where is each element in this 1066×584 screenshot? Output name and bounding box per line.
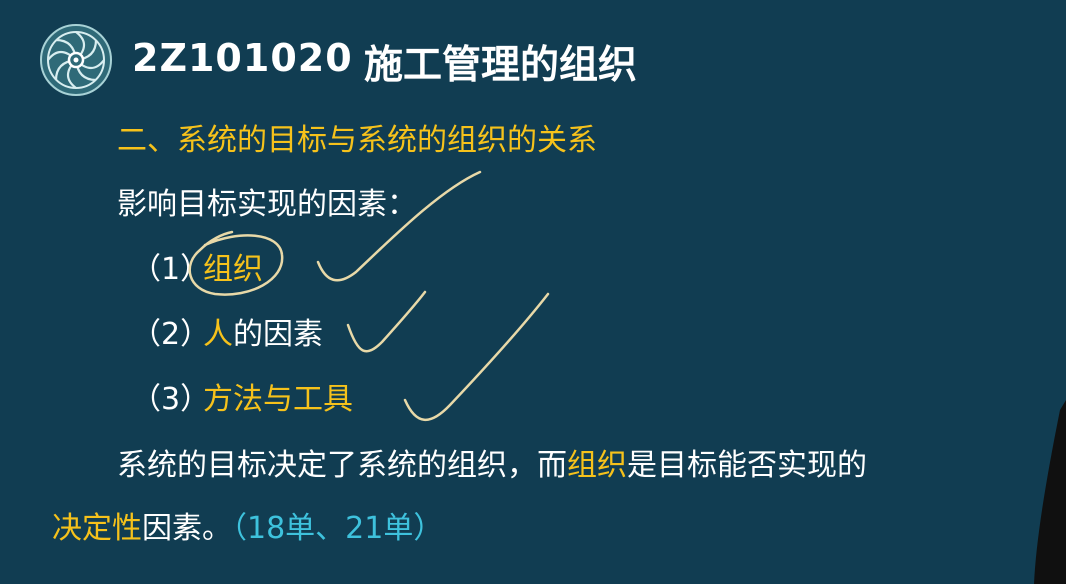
factor-highlight: 组织 (203, 252, 263, 287)
conclusion-text: 系统的目标决定了系统的组织，而 (117, 448, 567, 483)
factor-number: （3） (131, 382, 211, 417)
conclusion-highlight: 组织 (567, 448, 627, 483)
section-heading: 二、系统的目标与系统的组织的关系 (117, 123, 597, 158)
slide: 2Z101020 施工管理的组织 二、系统的目标与系统的组织的关系 影响目标实现… (0, 0, 1066, 584)
conclusion-line-2: 决定性因素。（18单、21单） (52, 510, 443, 548)
page-title: 施工管理的组织 (364, 43, 638, 88)
exam-note: （18单、21单） (232, 511, 444, 546)
factor-item: （2）人的因素 (131, 316, 323, 354)
factor-rest: 的因素 (233, 317, 323, 352)
check-mark (346, 290, 427, 353)
conclusion-highlight: 决定性 (52, 511, 142, 546)
spiral-emblem-icon (40, 24, 112, 96)
conclusion-text: 因素。 (142, 511, 232, 546)
factor-highlight: 方法与工具 (203, 382, 353, 417)
conclusion-text: 是目标能否实现的 (627, 448, 867, 483)
factor-highlight: 人 (203, 317, 233, 352)
factor-item: （1）组织 (131, 251, 263, 289)
presenter-silhouette (1034, 400, 1066, 584)
check-mark (403, 292, 550, 422)
factor-item: （3）方法与工具 (131, 381, 353, 419)
factor-number: （1） (131, 252, 211, 287)
factor-number: （2） (131, 317, 211, 352)
conclusion-line-1: 系统的目标决定了系统的组织，而组织是目标能否实现的 (117, 447, 867, 485)
course-code: 2Z101020 (132, 36, 353, 80)
intro-text: 影响目标实现的因素： (117, 187, 417, 222)
